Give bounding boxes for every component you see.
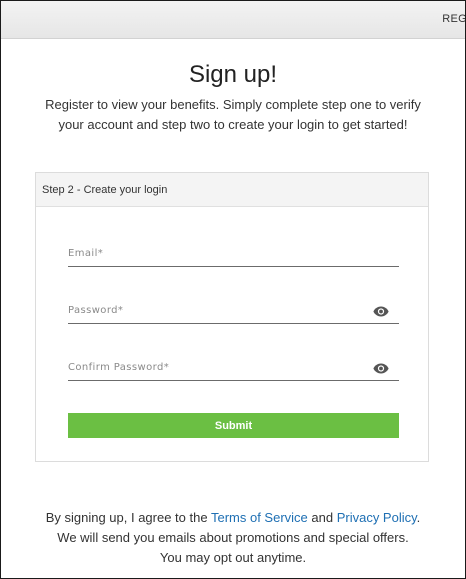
agreement-period: . [416, 510, 421, 525]
legal-footer: By signing up, I agree to the Terms of S… [1, 508, 465, 568]
step-header: Step 2 - Create your login [36, 173, 428, 207]
promotions-notice: We will send you emails about promotions… [57, 530, 409, 545]
confirm-password-field-wrapper [68, 355, 399, 381]
terms-of-service-link[interactable]: Terms of Service [211, 510, 308, 525]
page-title: Sign up! [188, 61, 278, 88]
privacy-policy-link[interactable]: Privacy Policy [337, 510, 417, 525]
agreement-line: By signing up, I agree to the Terms of S… [1, 508, 465, 528]
register-link[interactable]: REG [442, 13, 465, 25]
agreement-and: and [307, 510, 337, 525]
email-field[interactable] [68, 241, 399, 266]
top-bar: REG [1, 1, 465, 39]
eye-icon[interactable] [373, 363, 389, 374]
submit-button[interactable]: Submit [68, 413, 399, 438]
email-field-wrapper [68, 241, 399, 267]
signup-window: REG Sign up! Register to view your benef… [0, 0, 466, 579]
agreement-prefix: By signing up, I agree to the [45, 510, 211, 525]
opt-out-notice: You may opt out anytime. [159, 550, 307, 565]
password-field-wrapper [68, 298, 399, 324]
password-field[interactable] [68, 298, 399, 323]
intro-text: Register to view your benefits. Simply c… [45, 97, 421, 132]
confirm-password-field[interactable] [68, 355, 399, 380]
eye-icon[interactable] [373, 306, 389, 317]
create-login-card: Step 2 - Create your login Submit [35, 172, 429, 462]
